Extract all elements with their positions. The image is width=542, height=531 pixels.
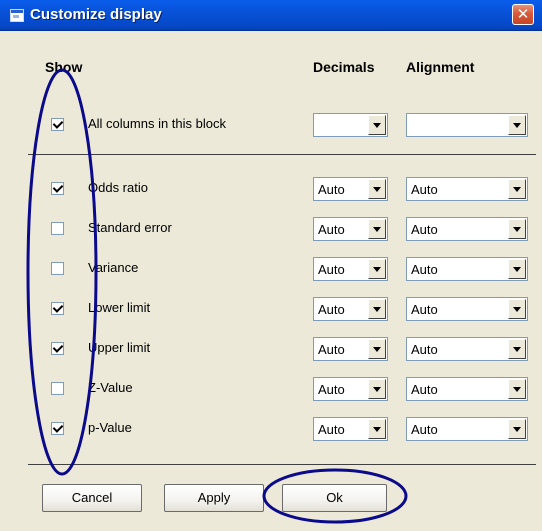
decimals-header: Decimals (313, 59, 375, 75)
decimals-value: Auto (318, 302, 345, 317)
row-label: Upper limit (88, 340, 151, 355)
row-checkbox[interactable] (51, 382, 64, 395)
alignment-select[interactable]: Auto (406, 337, 528, 361)
alignment-value: Auto (411, 302, 438, 317)
row-checkbox[interactable] (51, 302, 64, 315)
row-checkbox[interactable] (51, 222, 64, 235)
alignment-header: Alignment (406, 59, 475, 75)
all-columns-label: All columns in this block (88, 116, 226, 131)
column-row-standard-error: Standard error Auto Auto (0, 217, 542, 241)
decimals-select[interactable]: Auto (313, 377, 388, 401)
row-label: Lower limit (88, 300, 151, 315)
row-checkbox[interactable] (51, 182, 64, 195)
chevron-down-icon[interactable] (508, 179, 526, 199)
cancel-button[interactable]: Cancel (42, 484, 142, 512)
alignment-select[interactable]: Auto (406, 417, 528, 441)
decimals-select[interactable]: Auto (313, 217, 388, 241)
chevron-down-icon[interactable] (508, 115, 526, 135)
alignment-value: Auto (411, 382, 438, 397)
column-row-p-value: p-Value Auto Auto (0, 417, 542, 441)
decimals-select[interactable]: Auto (313, 177, 388, 201)
row-checkbox[interactable] (51, 342, 64, 355)
chevron-down-icon[interactable] (368, 339, 386, 359)
apply-button[interactable]: Apply (164, 484, 264, 512)
decimals-value: Auto (318, 422, 345, 437)
chevron-down-icon[interactable] (368, 299, 386, 319)
decimals-value: Auto (318, 342, 345, 357)
top-divider (28, 154, 536, 155)
decimals-select[interactable]: Auto (313, 337, 388, 361)
chevron-down-icon[interactable] (368, 379, 386, 399)
chevron-down-icon[interactable] (508, 219, 526, 239)
row-checkbox[interactable] (51, 422, 64, 435)
window-title: Customize display (30, 6, 162, 23)
customize-display-dialog: Customize display ✕ Show Decimals Alignm… (0, 0, 542, 531)
row-label: Odds ratio (88, 180, 148, 195)
row-label: Variance (88, 260, 139, 275)
decimals-value: Auto (318, 222, 345, 237)
decimals-value: Auto (318, 382, 345, 397)
alignment-select[interactable]: Auto (406, 217, 528, 241)
alignment-value: Auto (411, 262, 438, 277)
alignment-value: Auto (411, 422, 438, 437)
alignment-value: Auto (411, 342, 438, 357)
column-row-lower-limit: Lower limit Auto Auto (0, 297, 542, 321)
chevron-down-icon[interactable] (368, 219, 386, 239)
column-row-odds-ratio: Odds ratio Auto Auto (0, 177, 542, 201)
chevron-down-icon[interactable] (368, 259, 386, 279)
decimals-select[interactable]: Auto (313, 297, 388, 321)
block-decimals-select[interactable] (313, 113, 388, 137)
chevron-down-icon[interactable] (508, 259, 526, 279)
row-label: Z-Value (88, 380, 133, 395)
bottom-divider (28, 464, 536, 465)
alignment-select[interactable]: Auto (406, 177, 528, 201)
column-row-z-value: Z-Value Auto Auto (0, 377, 542, 401)
alignment-select[interactable]: Auto (406, 377, 528, 401)
alignment-select[interactable]: Auto (406, 257, 528, 281)
alignment-select[interactable]: Auto (406, 297, 528, 321)
all-columns-checkbox[interactable] (51, 118, 64, 131)
chevron-down-icon[interactable] (508, 419, 526, 439)
alignment-value: Auto (411, 222, 438, 237)
alignment-value: Auto (411, 182, 438, 197)
row-label: Standard error (88, 220, 172, 235)
column-row-upper-limit: Upper limit Auto Auto (0, 337, 542, 361)
block-row: All columns in this block (0, 113, 542, 137)
decimals-value: Auto (318, 182, 345, 197)
decimals-select[interactable]: Auto (313, 257, 388, 281)
chevron-down-icon[interactable] (508, 379, 526, 399)
block-alignment-select[interactable] (406, 113, 528, 137)
close-button[interactable]: ✕ (512, 4, 534, 25)
chevron-down-icon[interactable] (508, 299, 526, 319)
decimals-select[interactable]: Auto (313, 417, 388, 441)
ok-button[interactable]: Ok (282, 484, 387, 512)
chevron-down-icon[interactable] (368, 115, 386, 135)
decimals-value: Auto (318, 262, 345, 277)
window-icon (10, 9, 24, 22)
row-checkbox[interactable] (51, 262, 64, 275)
column-row-variance: Variance Auto Auto (0, 257, 542, 281)
title-bar[interactable]: Customize display ✕ (0, 0, 542, 31)
row-label: p-Value (88, 420, 132, 435)
chevron-down-icon[interactable] (368, 179, 386, 199)
chevron-down-icon[interactable] (368, 419, 386, 439)
chevron-down-icon[interactable] (508, 339, 526, 359)
show-header: Show (45, 59, 83, 75)
